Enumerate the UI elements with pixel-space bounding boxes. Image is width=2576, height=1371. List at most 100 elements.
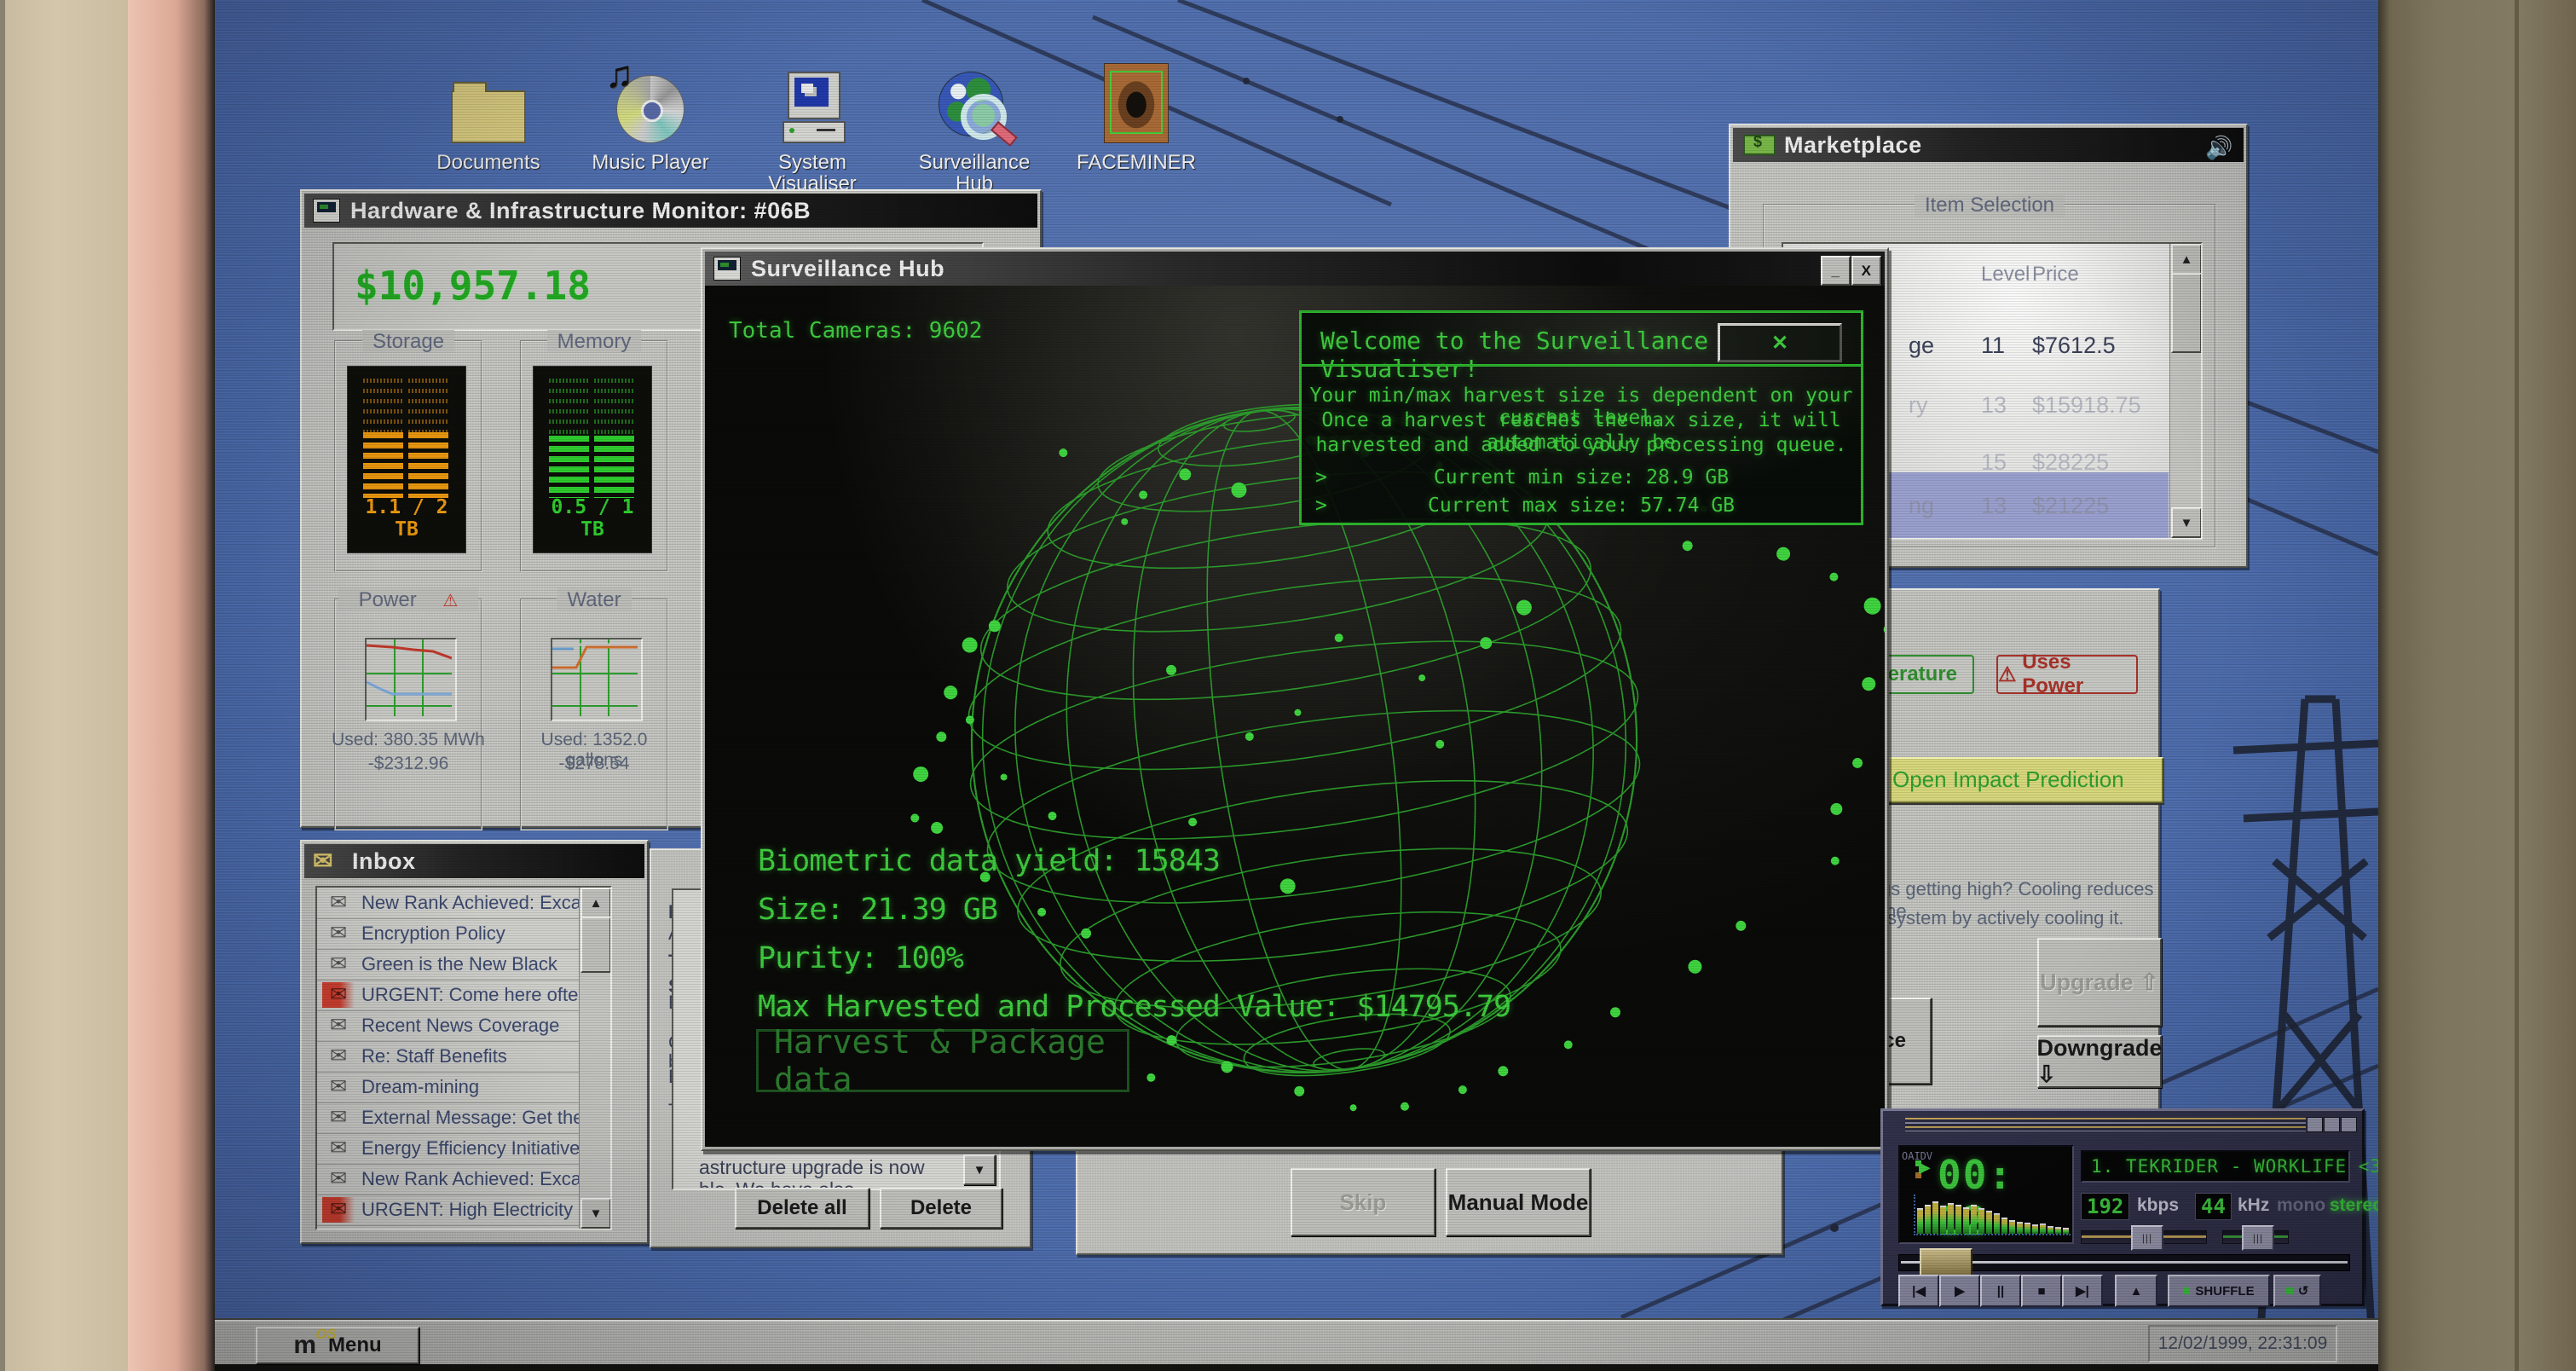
memory-group: Memory 0.5 / 1 TB [520, 340, 668, 572]
clutterbar[interactable]: OAIDV [1902, 1150, 1914, 1162]
pause-button[interactable]: || [1980, 1275, 2021, 1307]
icon-label: Music Player [578, 152, 723, 173]
delete-all-button[interactable]: Delete all [735, 1188, 869, 1229]
stereo-indicator: stereo [2330, 1195, 2378, 1216]
desktop-icon-documents[interactable]: Documents [416, 61, 561, 173]
seek-handle[interactable] [1920, 1248, 1972, 1277]
inbox-item[interactable]: ✉New Rank Achieved: Excavato... [317, 888, 580, 919]
inbox-scrollbar[interactable]: ▲ ▼ [579, 888, 610, 1229]
inbox-list[interactable]: ✉New Rank Achieved: Excavato...✉Encrypti… [315, 886, 612, 1230]
inbox-item[interactable]: ✉Dream-mining [317, 1072, 580, 1103]
scroll-down-icon[interactable]: ▼ [963, 1154, 996, 1185]
surveillance-hub-titlebar[interactable]: Surveillance Hub _ X [705, 252, 1885, 286]
envelope-icon: ✉ [322, 1166, 355, 1192]
delete-button[interactable]: Delete [880, 1188, 1002, 1229]
hardware-monitor-titlebar[interactable]: Hardware & Infrastructure Monitor: #06B [304, 194, 1037, 228]
inbox-item[interactable]: ✉URGENT: Come here often? [317, 980, 580, 1011]
play-button[interactable]: ▶ [1939, 1275, 1980, 1307]
email-subject: Encryption Policy [361, 923, 505, 945]
envelope-icon: ✉ [322, 982, 355, 1008]
water-label: Water [557, 588, 631, 611]
next-track-button[interactable]: ▶| [2062, 1275, 2103, 1307]
email-subject: Dream-mining [361, 1076, 479, 1098]
inbox-item[interactable]: ✉Recent News Coverage [317, 1010, 580, 1042]
memory-label: Memory [547, 330, 642, 353]
inbox-titlebar[interactable]: ✉ Inbox [304, 844, 644, 878]
min-size-line: Current min size: 28.9 GB [1302, 466, 1861, 489]
volume-knob[interactable]: ||| [2131, 1225, 2163, 1251]
player-titlebar[interactable] [1905, 1118, 2306, 1131]
room-wall-right [2378, 0, 2576, 1371]
player-shade-icon[interactable] [2324, 1117, 2340, 1132]
item-price: $21225 [2032, 493, 2109, 519]
spectrum-analyzer [1914, 1195, 2071, 1235]
harvest-package-button[interactable]: Harvest & Package data [756, 1029, 1129, 1092]
upgrade-button[interactable]: Upgrade ⇧ [2037, 938, 2162, 1027]
scroll-down-icon[interactable]: ▼ [2171, 507, 2202, 538]
repeat-button[interactable]: ↺ [2273, 1275, 2321, 1307]
manual-mode-button[interactable]: Manual Mode [1446, 1168, 1591, 1236]
item-level: 13 [1981, 493, 2007, 519]
envelope-icon: ✉ [322, 952, 355, 977]
inbox-item[interactable]: ✉External Message: Get the edge... [317, 1102, 580, 1134]
seek-bar[interactable] [1898, 1254, 2350, 1271]
column-price: Price [2032, 263, 2079, 286]
window-title: Hardware & Infrastructure Monitor: #06B [350, 198, 811, 224]
welcome-dialog: Welcome to the Surveillance Visualiser! … [1299, 310, 1863, 525]
surveillance-hub-window: Surveillance Hub _ X Total Cameras: 9602 [701, 247, 1889, 1151]
inbox-item[interactable]: ✉Re: Staff Benefits [317, 1041, 580, 1073]
icon-label: Surveillance [902, 152, 1047, 173]
track-display[interactable]: 1. TEKRIDER - WORKLIFE <3:48> [2081, 1150, 2350, 1183]
player-close-icon[interactable] [2341, 1117, 2357, 1132]
power-used: Used: 380.35 MWh [327, 730, 489, 750]
desktop-icon-music-player[interactable]: ♫Music Player [578, 61, 723, 173]
dialog-close-button[interactable]: ✕ [1718, 323, 1842, 362]
minimize-button[interactable]: _ [1821, 256, 1851, 286]
email-subject: Re: Staff Benefits [361, 1045, 507, 1067]
email-subject: New Rank Achieved: Excavato... [361, 892, 612, 914]
scroll-up-icon[interactable]: ▲ [2171, 244, 2202, 275]
inbox-item[interactable]: ✉Energy Efficiency Initiative Upd... [317, 1133, 580, 1165]
previous-track-button[interactable]: |◀ [1898, 1275, 1939, 1307]
shuffle-button[interactable]: SHUFFLE [2168, 1275, 2270, 1307]
harvest-stat-line: Size: 21.39 GB [758, 893, 997, 927]
monitor-bezel-left [128, 0, 215, 1371]
storage-value: 1.1 / 2 TB [348, 496, 465, 541]
scroll-down-icon[interactable]: ▼ [580, 1198, 611, 1229]
harvest-stat-line: Purity: 100% [758, 941, 963, 975]
eject-button[interactable]: ▲ [2115, 1275, 2157, 1307]
menu-button[interactable]: mOS Menu [256, 1327, 419, 1364]
speaker-icon[interactable]: 🔊 [2205, 135, 2233, 161]
scroll-thumb[interactable] [2171, 273, 2202, 353]
desktop-icon-system[interactable]: SystemVisualiser [740, 61, 885, 194]
skip-button[interactable]: Skip [1291, 1168, 1435, 1236]
volume-slider[interactable]: ||| [2081, 1230, 2207, 1244]
folder-icon [416, 61, 561, 143]
balance-knob[interactable]: ||| [2242, 1225, 2274, 1251]
downgrade-button[interactable]: Downgrade ⇩ [2037, 1035, 2162, 1088]
bitrate-value: 192 [2081, 1193, 2129, 1220]
money-icon [1743, 135, 1776, 155]
marketplace-scrollbar[interactable]: ▲ ▼ [2169, 244, 2201, 538]
marketplace-titlebar[interactable]: Marketplace 🔊 [1733, 128, 2244, 162]
envelope-icon: ✉ [322, 1197, 355, 1223]
monitor-icon [713, 257, 741, 281]
balance-slider[interactable]: ||| [2222, 1230, 2289, 1244]
inbox-item[interactable]: ✉URGENT: High Electricity Usage [317, 1195, 580, 1226]
envelope-icon: ✉ [322, 1136, 355, 1161]
memory-meter: 0.5 / 1 TB [533, 366, 652, 553]
envelope-icon: ✉ [322, 890, 355, 916]
storage-label: Storage [362, 330, 454, 353]
stop-button[interactable]: ■ [2021, 1275, 2062, 1307]
inbox-item[interactable]: ✉New Rank Achieved: Excavato... [317, 1164, 580, 1195]
desktop-icon-surveillance[interactable]: SurveillanceHub [902, 61, 1047, 194]
scroll-up-icon[interactable]: ▲ [580, 888, 611, 918]
item-name-partial: ry [1909, 392, 1928, 419]
player-minimize-icon[interactable] [2307, 1117, 2323, 1132]
close-button[interactable]: X [1851, 256, 1881, 286]
inbox-item[interactable]: ✉Green is the New Black [317, 949, 580, 981]
inbox-item[interactable]: ✉Encryption Policy [317, 918, 580, 950]
storage-group: Storage 1.1 / 2 TB [334, 340, 482, 572]
scroll-thumb[interactable] [580, 917, 611, 973]
desktop-icon-faceminer[interactable]: FACEMINER [1064, 61, 1209, 173]
